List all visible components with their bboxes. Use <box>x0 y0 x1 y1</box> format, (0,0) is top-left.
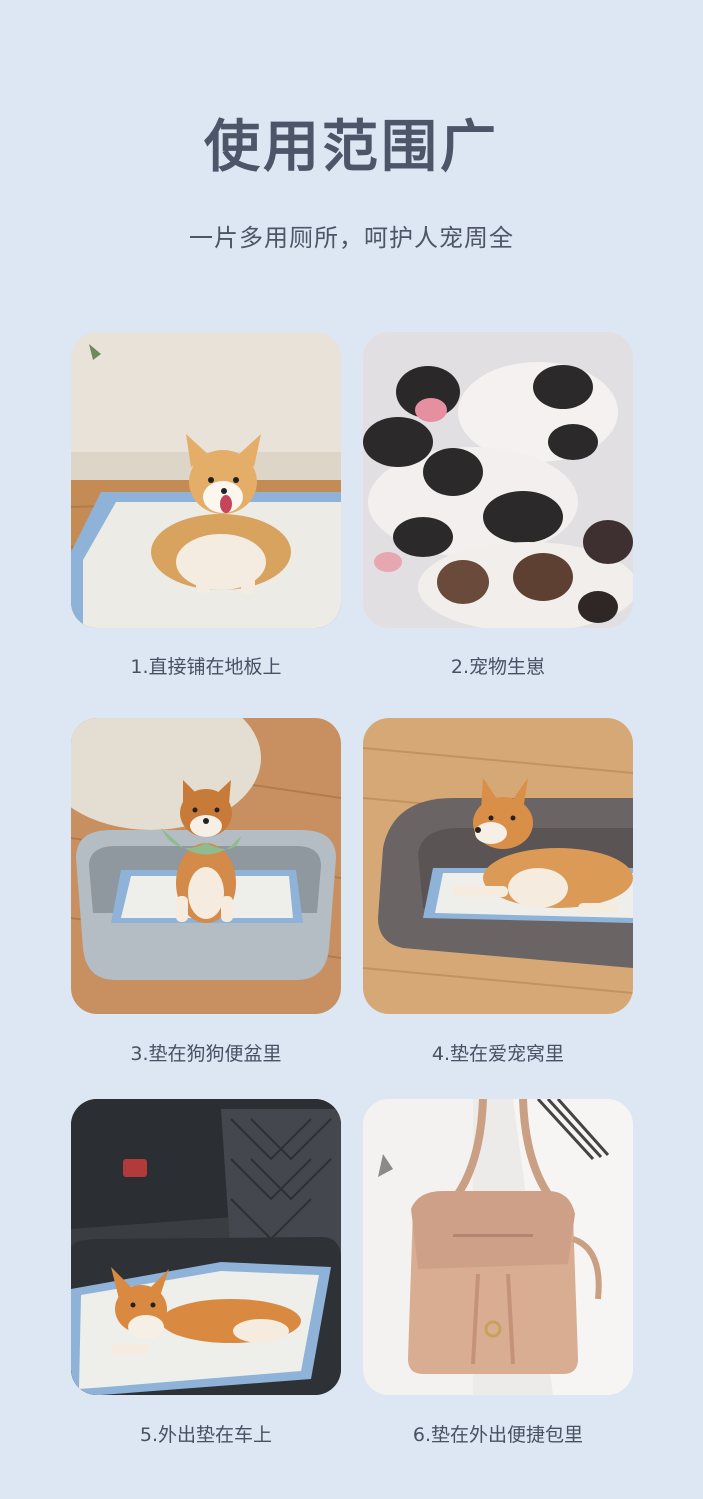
scene-image-pet-bed <box>363 718 633 1014</box>
scene-caption: 1.直接铺在地板上 <box>130 656 282 678</box>
page-subtitle: 一片多用厕所，呵护人宠周全 <box>189 224 514 252</box>
scene-caption: 4.垫在爱宠窝里 <box>431 1043 565 1065</box>
shiba-in-pet-bed-photo <box>363 718 633 1014</box>
scene-caption: 2.宠物生崽 <box>450 656 546 678</box>
scene-caption: 6.垫在外出便捷包里 <box>412 1424 584 1446</box>
scene-image-litter-tray <box>71 718 341 1014</box>
scene-image-floor <box>71 332 341 628</box>
shiba-in-litter-tray-photo <box>71 718 341 1014</box>
handbag-photo <box>363 1099 633 1395</box>
scene-image-whelping <box>363 332 633 628</box>
scene-caption: 5.外出垫在车上 <box>139 1424 273 1446</box>
page-title: 使用范围广 <box>204 115 499 180</box>
corgi-on-car-seat-photo <box>71 1099 341 1395</box>
scene-image-car-seat <box>71 1099 341 1395</box>
newborn-puppies-photo <box>363 332 633 628</box>
corgi-on-pad-photo <box>71 332 341 628</box>
scene-caption: 3.垫在狗狗便盆里 <box>130 1043 282 1065</box>
scene-image-handbag <box>363 1099 633 1395</box>
